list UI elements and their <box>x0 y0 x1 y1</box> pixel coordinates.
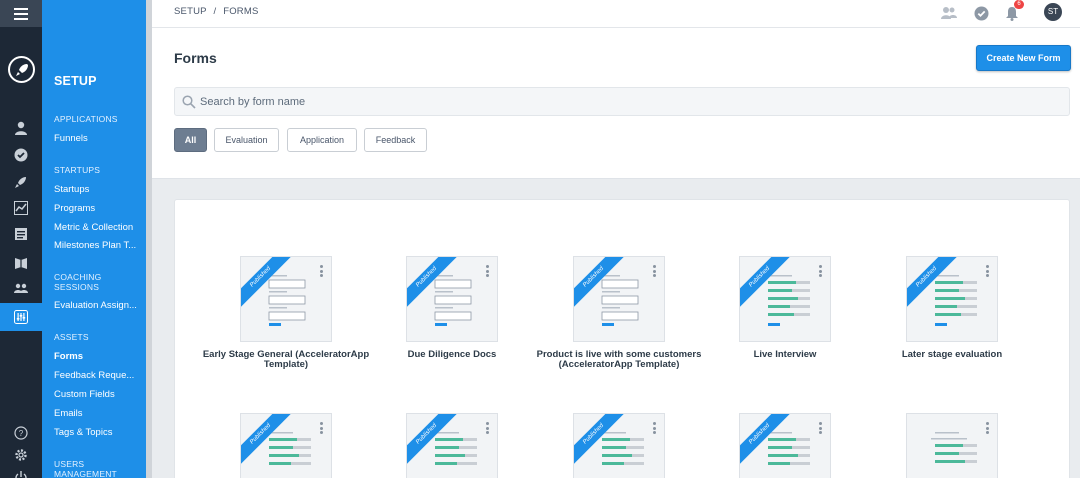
setup-sidebar: SETUP APPLICATIONS Funnels STARTUPS Star… <box>42 0 146 478</box>
forms-grid: Published Early Stage General (Accelerat… <box>174 199 1070 478</box>
form-card[interactable]: Published <box>906 256 998 342</box>
form-title: Later stage evaluation <box>901 349 1003 360</box>
power-icon[interactable] <box>12 468 30 478</box>
filter-all[interactable]: All <box>174 128 207 152</box>
form-title: Due Diligence Docs <box>407 349 497 360</box>
check-circle-icon[interactable] <box>12 146 30 164</box>
card-menu-icon[interactable] <box>819 265 822 277</box>
book-icon[interactable] <box>12 254 30 272</box>
chart-icon[interactable] <box>12 199 30 217</box>
filter-application[interactable]: Application <box>287 128 357 152</box>
user-avatar[interactable]: ST <box>1044 3 1062 21</box>
sidebar-item-milestones[interactable]: Milestones Plan T... <box>54 240 144 251</box>
rocket-logo-icon[interactable] <box>8 56 35 83</box>
form-card[interactable]: Published <box>240 256 332 342</box>
forms-header: Forms Create New Form All Evaluation App… <box>152 28 1080 179</box>
form-card[interactable]: Published <box>739 256 831 342</box>
sidebar-title: SETUP <box>54 74 97 88</box>
form-card[interactable]: Published <box>573 413 665 478</box>
help-icon[interactable]: ? <box>12 424 30 442</box>
notification-count-badge: 6 <box>1014 0 1024 9</box>
sidebar-item-feedback-requests[interactable]: Feedback Reque... <box>54 370 144 381</box>
card-menu-icon[interactable] <box>986 422 989 434</box>
breadcrumb-separator: / <box>213 6 217 17</box>
section-startups: STARTUPS <box>54 165 101 175</box>
filter-evaluation[interactable]: Evaluation <box>214 128 279 152</box>
form-title: Product is live with some customers (Acc… <box>536 349 702 370</box>
search-input[interactable] <box>200 90 1060 114</box>
sidebar-item-custom-fields[interactable]: Custom Fields <box>54 389 144 400</box>
rating-bars-thumbnail-icon <box>269 432 311 465</box>
section-applications: APPLICATIONS <box>54 114 118 124</box>
user-icon[interactable] <box>12 119 30 137</box>
section-coaching-sessions: COACHING SESSIONS <box>54 272 102 292</box>
form-fields-thumbnail-icon <box>268 275 306 326</box>
sliders-icon[interactable] <box>12 308 30 326</box>
rocket-icon[interactable] <box>12 173 30 191</box>
rating-bars-thumbnail-icon <box>435 432 477 465</box>
sidebar-item-tags-topics[interactable]: Tags & Topics <box>54 427 144 438</box>
card-menu-icon[interactable] <box>986 265 989 277</box>
top-bar: SETUP / FORMS 6 ST <box>152 0 1080 28</box>
document-icon[interactable] <box>12 225 30 243</box>
rating-bars-thumbnail-icon <box>935 275 977 326</box>
card-menu-icon[interactable] <box>486 422 489 434</box>
hamburger-menu-icon[interactable] <box>0 0 42 27</box>
sidebar-item-startups[interactable]: Startups <box>54 184 144 195</box>
form-card[interactable]: Published <box>573 256 665 342</box>
card-menu-icon[interactable] <box>819 422 822 434</box>
section-users-management: USERS MANAGEMENT <box>54 459 117 478</box>
breadcrumb-forms: FORMS <box>223 6 259 17</box>
breadcrumb: SETUP / FORMS <box>174 6 263 17</box>
form-card[interactable]: Published <box>739 413 831 478</box>
page-title: Forms <box>174 50 217 66</box>
form-title: Live Interview <box>753 349 817 360</box>
sidebar-item-metric-collection[interactable]: Metric & Collection <box>54 222 144 233</box>
card-menu-icon[interactable] <box>320 265 323 277</box>
search-icon <box>182 95 196 109</box>
tasks-check-icon[interactable] <box>972 4 990 22</box>
sidebar-item-funnels[interactable]: Funnels <box>54 133 144 144</box>
rating-bars-thumbnail-icon <box>768 432 810 465</box>
rating-bars-thumbnail-icon <box>602 432 644 465</box>
section-assets: ASSETS <box>54 332 89 342</box>
icon-rail: ? <box>0 0 42 478</box>
create-new-form-button[interactable]: Create New Form <box>976 45 1071 71</box>
form-title: Early Stage General (AcceleratorApp Temp… <box>202 349 370 370</box>
draft-form-thumbnail-icon <box>931 432 977 463</box>
group-icon[interactable] <box>12 279 30 297</box>
card-menu-icon[interactable] <box>653 422 656 434</box>
form-fields-thumbnail-icon <box>434 275 472 326</box>
users-switch-icon[interactable] <box>940 4 958 22</box>
sidebar-item-emails[interactable]: Emails <box>54 408 144 419</box>
search-bar <box>174 87 1070 116</box>
card-menu-icon[interactable] <box>486 265 489 277</box>
sidebar-item-evaluation-assign[interactable]: Evaluation Assign... <box>54 300 144 311</box>
rating-bars-thumbnail-icon <box>768 275 810 326</box>
form-fields-thumbnail-icon <box>601 275 639 326</box>
breadcrumb-setup[interactable]: SETUP <box>174 6 207 17</box>
form-card[interactable] <box>906 413 998 478</box>
settings-gear-icon[interactable] <box>12 446 30 464</box>
sidebar-item-programs[interactable]: Programs <box>54 203 144 214</box>
card-menu-icon[interactable] <box>653 265 656 277</box>
svg-text:?: ? <box>19 429 24 438</box>
filter-feedback[interactable]: Feedback <box>364 128 427 152</box>
sidebar-item-forms[interactable]: Forms <box>54 351 144 362</box>
card-menu-icon[interactable] <box>320 422 323 434</box>
form-card[interactable]: Published <box>406 256 498 342</box>
form-card[interactable]: Published <box>240 413 332 478</box>
form-card[interactable]: Published <box>406 413 498 478</box>
